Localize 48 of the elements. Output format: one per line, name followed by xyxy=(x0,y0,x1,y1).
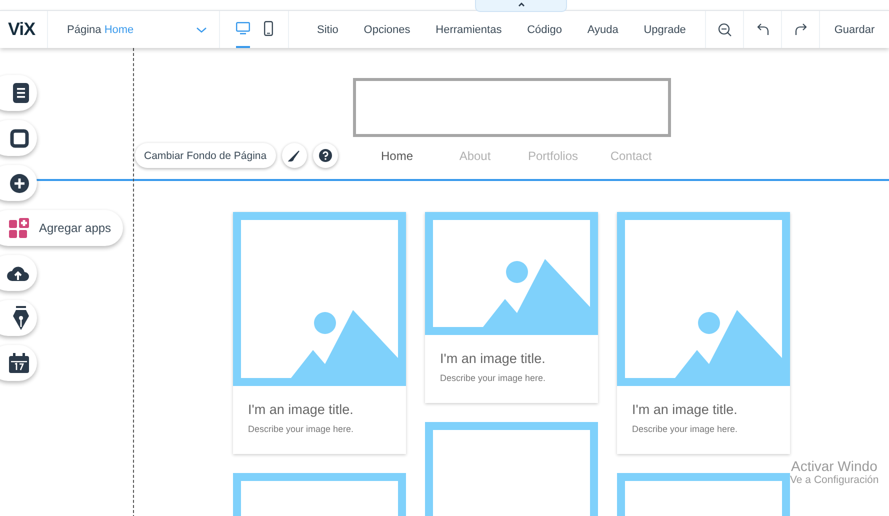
menu-item[interactable]: Opciones xyxy=(364,24,410,36)
nav-link[interactable]: Home xyxy=(358,149,436,163)
image-title: I'm an image title. xyxy=(440,351,546,366)
pen-nib-icon xyxy=(13,306,29,330)
gallery-card[interactable]: I'm an image title. Describe your image here. xyxy=(425,212,598,403)
menu-item[interactable]: Sitio xyxy=(317,24,338,36)
activation-notice-title: Activar Windo xyxy=(791,458,878,474)
undo-icon[interactable] xyxy=(756,23,768,36)
phone-icon xyxy=(264,21,272,36)
page-selector-label: Página Home xyxy=(67,24,134,36)
gallery-card[interactable]: I'm an image title. Describe your image here. xyxy=(617,212,790,454)
menu-item[interactable]: Upgrade xyxy=(644,24,686,36)
image-title: I'm an image title. xyxy=(248,402,354,417)
apps-icon xyxy=(9,218,29,238)
image-description: Describe your image here. xyxy=(248,424,355,434)
chevron-down-icon xyxy=(196,26,207,32)
add-apps-button[interactable]: Agregar apps xyxy=(0,210,123,246)
image-title: I'm an image title. xyxy=(632,402,738,417)
image-description: Describe your image here. xyxy=(440,373,547,383)
cloud-upload-icon xyxy=(7,265,29,281)
panel-button[interactable] xyxy=(0,165,37,201)
logo[interactable]: ViX xyxy=(8,19,36,40)
zoom-out-icon[interactable] xyxy=(718,22,732,36)
image-description: Describe your image here. xyxy=(632,424,739,434)
panel-button[interactable] xyxy=(0,300,37,336)
panel-button[interactable] xyxy=(0,255,37,291)
brush-button[interactable] xyxy=(282,143,307,168)
menu-item[interactable]: Código xyxy=(527,24,562,36)
menu-item[interactable]: Herramientas xyxy=(436,24,502,36)
panel-button[interactable] xyxy=(0,345,37,381)
redo-icon[interactable] xyxy=(794,23,806,36)
help-icon xyxy=(318,149,332,162)
square-icon xyxy=(10,128,29,148)
panel-button[interactable] xyxy=(0,75,37,111)
page-icon xyxy=(13,83,29,103)
plus-icon xyxy=(10,174,29,192)
caret-up-icon xyxy=(518,2,524,7)
change-background-button[interactable]: Cambiar Fondo de Página xyxy=(135,143,276,168)
panel-button[interactable] xyxy=(0,120,37,156)
gallery-card[interactable]: I'm an image title. Describe your image here. xyxy=(233,212,406,454)
brush-icon xyxy=(288,150,300,162)
page-dropdown[interactable]: Página Home xyxy=(48,11,220,48)
calendar-icon xyxy=(9,353,29,373)
desktop-icon xyxy=(236,22,250,35)
activation-notice-text: Ve a Configuración xyxy=(790,474,879,486)
menu-item[interactable]: Ayuda xyxy=(587,24,618,36)
save-button[interactable]: Guardar xyxy=(834,24,875,36)
help-button[interactable] xyxy=(312,143,338,168)
